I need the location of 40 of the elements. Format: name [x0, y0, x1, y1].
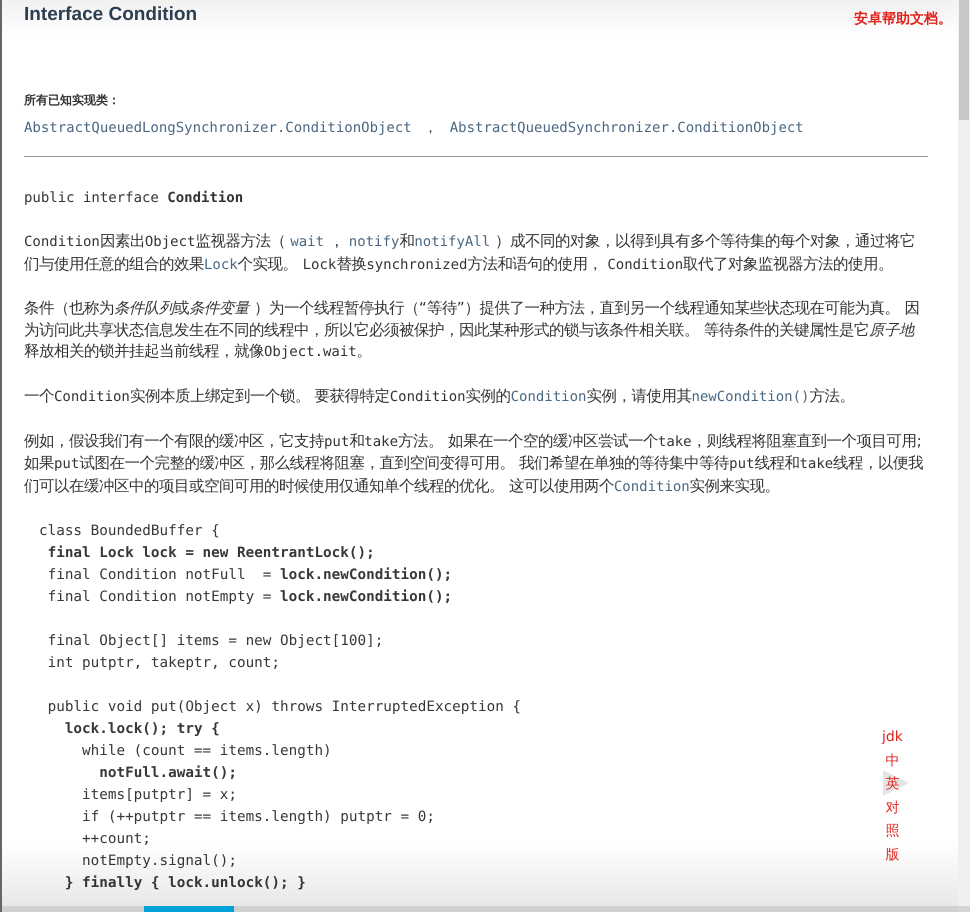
code-line: items[putptr] = x; [81, 786, 237, 806]
code-line: final Object[] items = new Object[100]; [46, 632, 384, 652]
code-line: lock.lock(); try { [64, 720, 220, 740]
class-link[interactable]: AbstractQueuedLongSynchronizer.ConditionObject [24, 117, 412, 139]
note-text: 版 [885, 846, 900, 864]
note-text: 中 [885, 752, 900, 770]
code-line: class BoundedBuffer { [39, 522, 220, 542]
doc-link[interactable]: Lock [204, 256, 238, 273]
paragraph: 例如，假设我们有一个有限的缓冲区，它支持put和take方法。 如果在一个空的缓冲区尝试一个take，则线程将阻塞直到一个项目可用; 如果put试图在一个完整的缓冲区，那么线程将阻塞，直到空间变得可用。 我们希望在单独的等待集中等待put线程和take线程，以便我们可以在缓冲区中的项目或空间可用的时候使用仅通知单个线程的优化。 这可以使用两个Condition实例来实现。 [24, 430, 924, 497]
code-line: final Condition notFull = lock.newCondition(); [46, 566, 452, 586]
note-text: jdk [882, 728, 903, 747]
section-label: 所有已知实现类： [24, 92, 121, 109]
note-text: 照 [885, 822, 900, 841]
doc-link[interactable]: notifyAll [414, 234, 490, 250]
doc-link[interactable]: Condition [614, 478, 690, 495]
page-title: Interface Condition [24, 4, 198, 26]
code-line: final Condition notEmpty = lock.newCondition(); [46, 588, 452, 608]
doc-link[interactable]: wait [290, 234, 324, 250]
class-link[interactable]: AbstractQueuedSynchronizer.ConditionObject [450, 117, 804, 139]
note-text: 对 [885, 798, 900, 818]
code-line: notFull.await(); [98, 764, 237, 784]
annotation-text: 安卓帮助文档。 [854, 10, 952, 28]
code-line: } finally { lock.unlock(); } [64, 874, 306, 894]
interface-declaration: public interface Condition [24, 189, 244, 208]
code-line: final Lock lock = new ReentrantLock(); [46, 544, 375, 564]
doc-link[interactable]: notify [348, 234, 400, 250]
note-text: 英 [885, 775, 900, 794]
code-line: notEmpty.signal(); [81, 852, 237, 872]
paragraph: 一个Condition实例本质上绑定到一个锁。 要获得特定Condition实例的Condition实例，请使用其newCondition()方法。 [24, 386, 856, 407]
paragraph: Condition因素出Object监视器方法（ wait ， notify和notifyAll ）成不同的对象，以得到具有多个等待集的每个对象，通过将它们与使用任意的组合的效果Lock个实现。 Lock替换synchronized方法和语句的使用， Condition取代了对象监视器方法的使用。 [24, 231, 916, 275]
code-line: if (++putptr == items.length) putptr = 0; [81, 808, 435, 828]
code-line: public void put(Object x) throws InterruptedException { [46, 698, 522, 718]
separator-text: ， [424, 119, 438, 138]
video-progress-bar[interactable] [2, 906, 970, 912]
doc-link[interactable]: Condition [510, 388, 586, 405]
code-line: ++count; [81, 830, 151, 850]
paragraph: 条件（也称为条件队列或条件变量 ）为一个线程暂停执行（“等待”）提供了一种方法，直到另一个线程通知某些状态现在可能为真。 因为访问此共享状态信息发生在不同的线程中，所以它必须被保护，因此某种形式的锁与该条件相关联。 等待条件的关键属性是它原子地 释放相关的锁并挂起当前线程，就像Object.wait。 [24, 298, 921, 362]
code-line: while (count == items.length) [81, 742, 332, 762]
doc-link[interactable]: newCondition() [691, 388, 810, 405]
code-line: int putptr, takeptr, count; [46, 654, 280, 674]
